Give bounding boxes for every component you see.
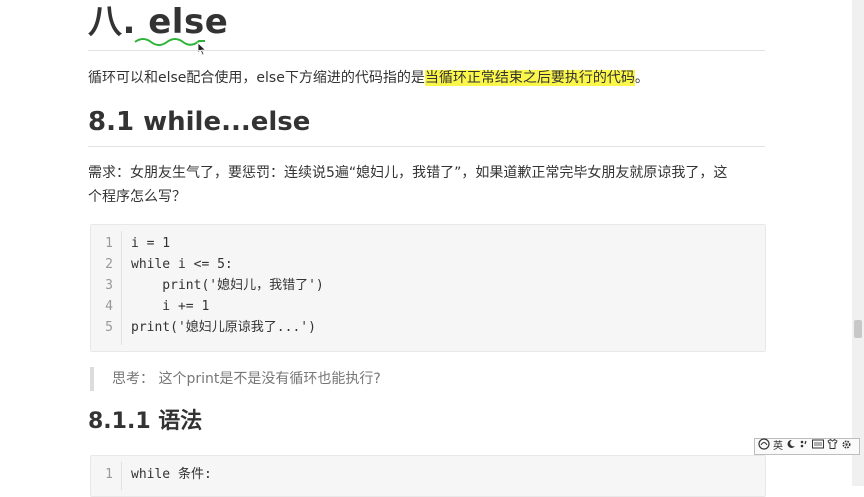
shirt-icon[interactable] bbox=[827, 438, 838, 454]
requirement-line: 个程序怎么写？ bbox=[88, 189, 186, 205]
annotation-underline bbox=[134, 38, 205, 46]
subsection-heading: 8.1 while...else bbox=[88, 107, 311, 137]
heading-divider bbox=[88, 50, 765, 51]
keyboard-icon[interactable] bbox=[812, 439, 824, 454]
subsection-divider bbox=[88, 146, 765, 147]
vertical-scrollbar[interactable] bbox=[852, 0, 864, 486]
line-number: 5 bbox=[105, 320, 113, 335]
code-block[interactable]: 1 while 条件: bbox=[90, 455, 766, 497]
code-line: 4 i += 1 bbox=[91, 296, 765, 317]
requirement-paragraph: 需求：女朋友生气了，要惩罚：连续说5遍“媳妇儿，我错了”，如果道歉正常完毕女朋友… bbox=[88, 161, 772, 209]
line-number: 2 bbox=[105, 257, 113, 272]
document-page: 八. else 循环可以和else配合使用，else下方缩进的代码指的是当循环正… bbox=[0, 0, 864, 497]
scrollbar-thumb[interactable] bbox=[854, 320, 862, 338]
line-number: 4 bbox=[105, 299, 113, 314]
code-text: i = 1 bbox=[131, 236, 171, 251]
code-text: while 条件: bbox=[131, 467, 212, 482]
logo-icon[interactable] bbox=[758, 438, 770, 455]
highlighted-text: 当循环正常结束之后要执行的代码 bbox=[424, 70, 635, 86]
code-line: 3 print('媳妇儿，我错了') bbox=[91, 275, 765, 296]
input-mode[interactable]: 英 bbox=[773, 440, 783, 454]
code-text: print('媳妇儿，我错了') bbox=[131, 278, 324, 293]
gear-icon[interactable] bbox=[841, 439, 852, 455]
line-number: 1 bbox=[105, 467, 113, 482]
requirement-line: 需求：女朋友生气了，要惩罚：连续说5遍“媳妇儿，我错了”，如果道歉正常完毕女朋友… bbox=[88, 165, 728, 181]
blockquote-text: 思考： 这个print是不是没有循环也能执行? bbox=[112, 371, 381, 387]
line-number: 3 bbox=[105, 278, 113, 293]
intro-text: 循环可以和else配合使用，else下方缩进的代码指的是 bbox=[88, 70, 425, 86]
moon-icon[interactable] bbox=[786, 439, 796, 454]
intro-end: 。 bbox=[634, 70, 649, 86]
code-text: print('媳妇儿原谅我了...') bbox=[131, 320, 316, 335]
punctuation-icon[interactable] bbox=[799, 439, 809, 454]
ime-toolbar[interactable]: 英 bbox=[754, 438, 860, 455]
code-block[interactable]: 1 i = 1 2 while i <= 5: 3 print('媳妇儿，我错了… bbox=[90, 224, 766, 352]
code-text: i += 1 bbox=[131, 299, 210, 314]
intro-paragraph: 循环可以和else配合使用，else下方缩进的代码指的是当循环正常结束之后要执行… bbox=[88, 67, 778, 89]
code-text: while i <= 5: bbox=[131, 257, 233, 272]
mouse-cursor-icon bbox=[197, 42, 207, 56]
line-number: 1 bbox=[105, 236, 113, 251]
code-line: 2 while i <= 5: bbox=[91, 254, 765, 275]
blockquote-bar bbox=[90, 367, 94, 391]
subsubsection-heading: 8.1.1 语法 bbox=[88, 409, 203, 434]
code-line: 1 while 条件: bbox=[91, 464, 765, 485]
code-line: 5 print('媳妇儿原谅我了...') bbox=[91, 317, 765, 338]
code-line: 1 i = 1 bbox=[91, 233, 765, 254]
